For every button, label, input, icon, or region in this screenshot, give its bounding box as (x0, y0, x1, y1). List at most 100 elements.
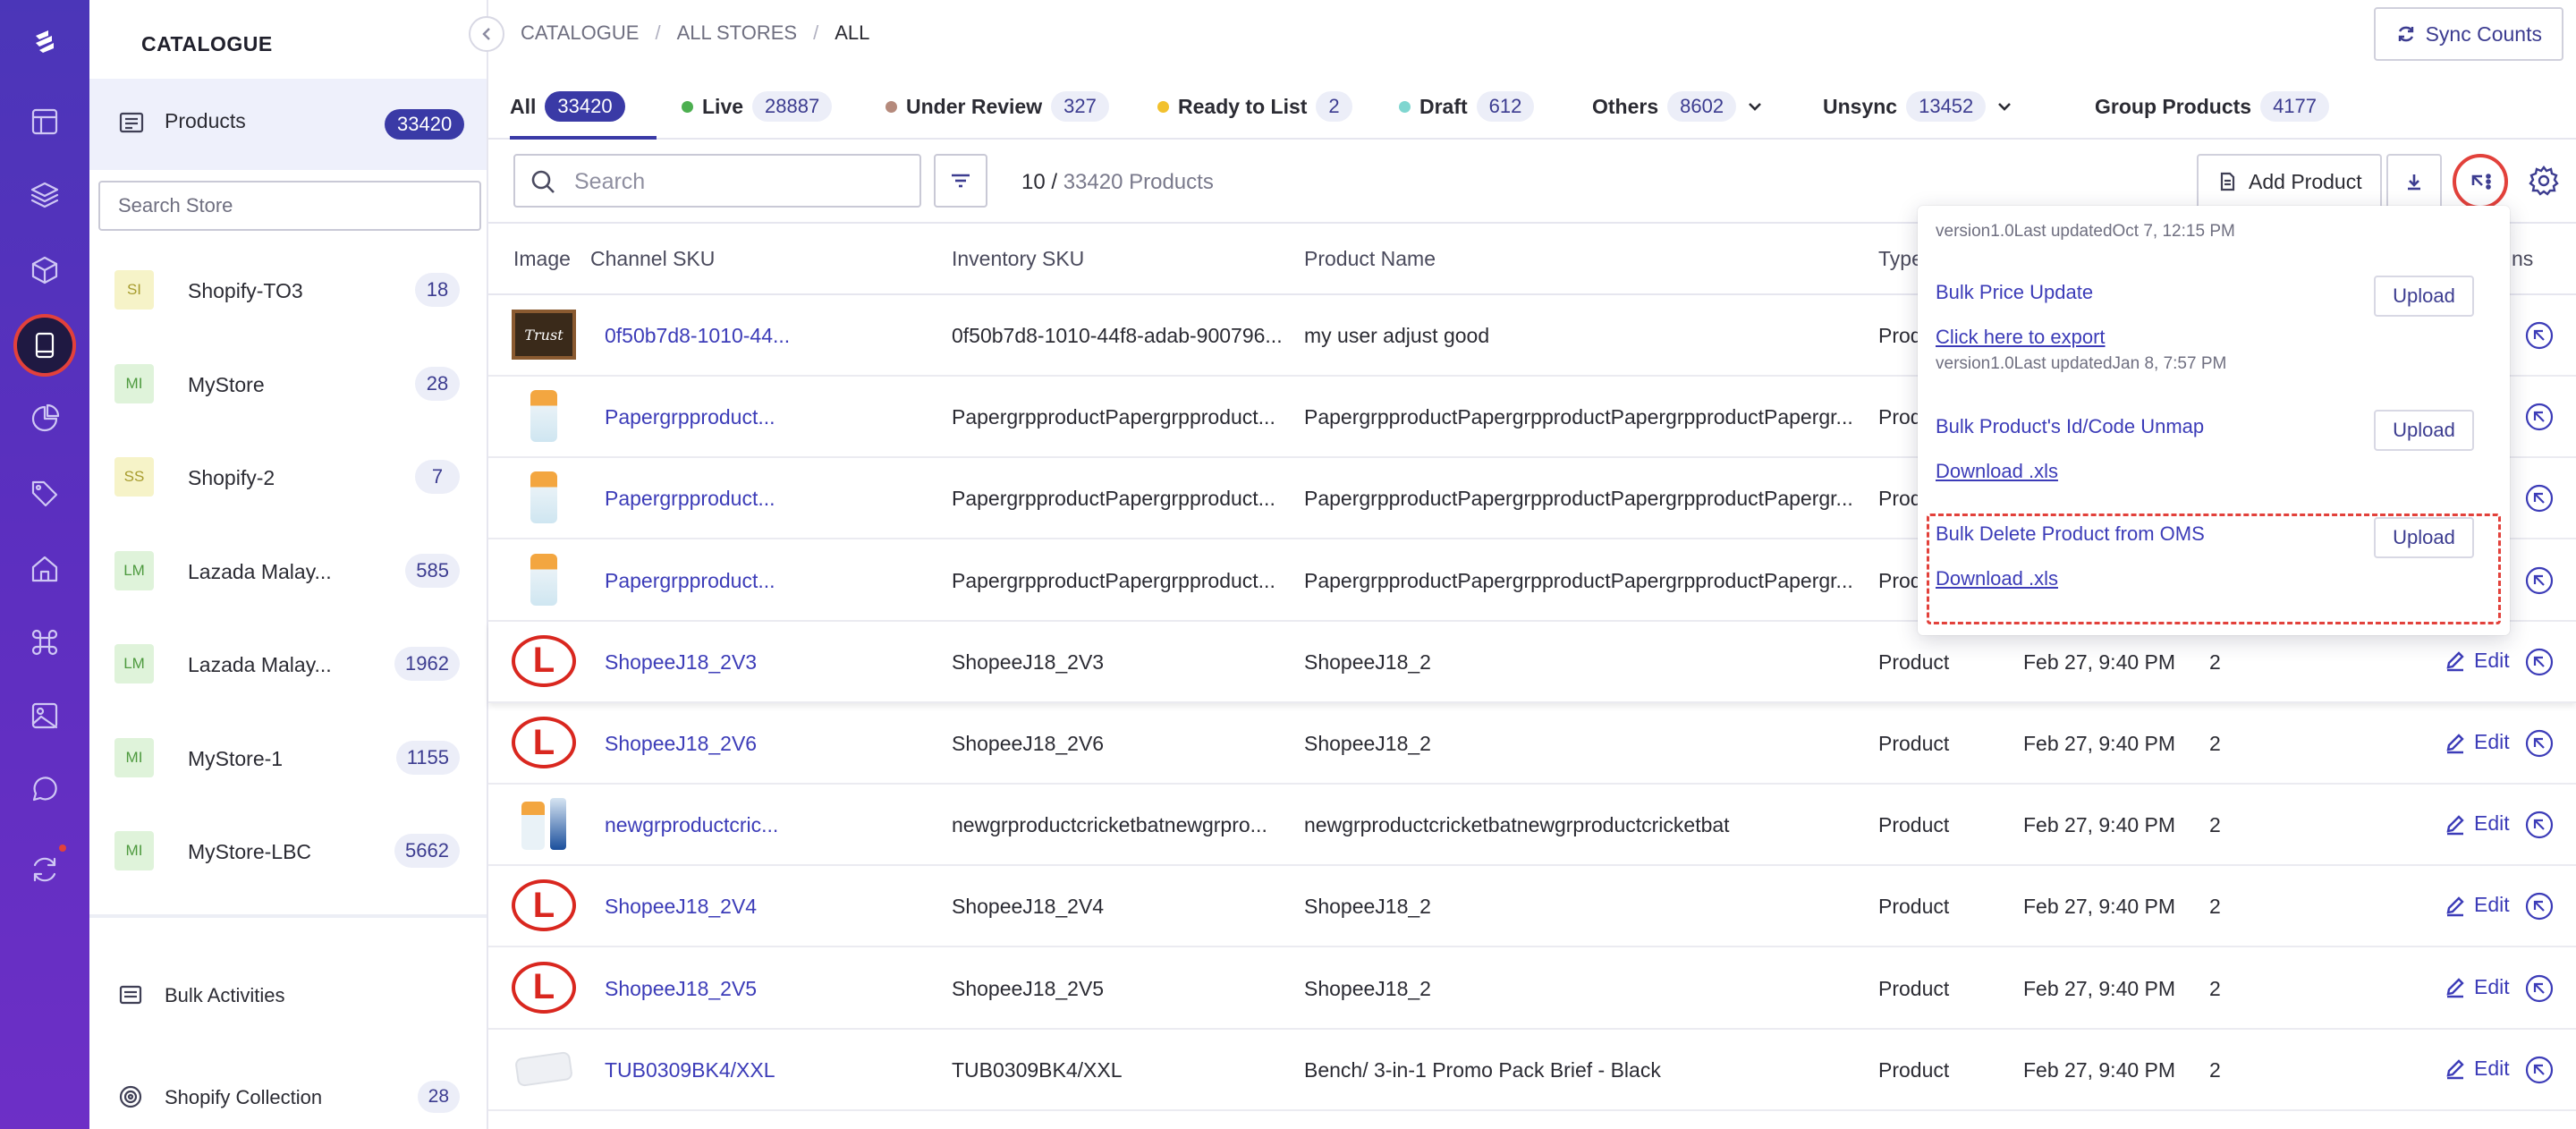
bulk-actions-button[interactable] (2453, 154, 2508, 209)
store-sidebar: CATALOGUE Products 33420 SI Shopify-TO3 18… (89, 0, 504, 1129)
column-header-product-name[interactable]: Product Name (1304, 247, 1436, 271)
sync-counts-button[interactable]: Sync Counts (2373, 7, 2563, 61)
inventory-sku-cell: newgrproductcricketbatnewgrpro... (952, 813, 1267, 837)
channel-sku-link[interactable]: ShopeeJ18_2V4 (605, 895, 757, 919)
add-product-button[interactable]: Add Product (2197, 154, 2382, 209)
type-cell: Product (1878, 1057, 1950, 1082)
tag-icon[interactable] (23, 472, 66, 515)
table-row[interactable]: TUB0309BK4/XXL TUB0309BK4/XXL Bench/ 3-in-… (488, 1030, 2576, 1111)
inventory-sku-cell: 0f50b7d8-1010-44f8-adab-900796... (952, 324, 1283, 347)
chat-icon[interactable] (23, 768, 66, 811)
tab-group-products[interactable]: Group Products 4177 (2095, 86, 2330, 127)
store-item[interactable]: LM Lazada Malay... 1962 (89, 617, 487, 707)
store-item[interactable]: MI MyStore-1 1155 (89, 711, 487, 801)
table-row[interactable]: L ShopeeJ18_2V4 ShopeeJ18_2V4 ShopeeJ18_2 Pr… (488, 866, 2576, 948)
tablet-icon[interactable] (13, 314, 76, 377)
upload-button[interactable]: Upload (2374, 517, 2474, 558)
edit-button[interactable]: Edit (2444, 1057, 2510, 1081)
sync-icon[interactable] (23, 848, 66, 891)
channel-sku-link[interactable]: TUB0309BK4/XXL (605, 1058, 775, 1082)
tab-under-review[interactable]: Under Review 327 (886, 86, 1109, 127)
filter-button[interactable] (934, 154, 987, 208)
channel-sku-link[interactable]: 0f50b7d8-1010-44... (605, 324, 790, 348)
row-action-icon[interactable] (2524, 728, 2555, 759)
channel-sku-link[interactable]: Papergrpproduct... (605, 487, 775, 511)
breadcrumb-item[interactable]: CATALOGUE (521, 21, 639, 45)
product-name-cell: Bench/ 3-in-1 Promo Pack Brief - Black (1304, 1057, 1661, 1082)
row-action-icon[interactable] (2524, 891, 2555, 921)
column-header-type[interactable]: Type (1878, 247, 1923, 271)
pencil-icon (2446, 896, 2464, 917)
store-item[interactable]: MI MyStore 28 (89, 337, 487, 427)
image-icon[interactable] (23, 694, 66, 737)
chart-pie-icon[interactable] (23, 397, 66, 440)
tab-live[interactable]: Live 28887 (682, 86, 833, 127)
edit-button[interactable]: Edit (2444, 730, 2510, 754)
layout-icon[interactable] (23, 100, 66, 143)
product-name-cell: PapergrpproductPapergrpproductPapergrppr… (1304, 405, 1853, 429)
breadcrumb-item[interactable]: ALL STORES (677, 21, 798, 45)
tab-unsync[interactable]: Unsync 13452 (1823, 86, 2014, 127)
channel-sku-link[interactable]: ShopeeJ18_2V5 (605, 977, 757, 1001)
channel-sku-link[interactable]: Papergrpproduct... (605, 405, 775, 429)
search-input[interactable] (574, 165, 905, 199)
table-row[interactable]: L ShopeeJ18_2V5 ShopeeJ18_2V5 ShopeeJ18_2 Pr… (488, 948, 2576, 1030)
row-action-icon[interactable] (2524, 647, 2555, 677)
store-count-badge: 7 (415, 460, 460, 494)
edit-button[interactable]: Edit (2444, 649, 2510, 673)
row-action-icon[interactable] (2524, 973, 2555, 1004)
edit-button[interactable]: Edit (2444, 893, 2510, 917)
cube-icon[interactable] (23, 249, 66, 292)
column-header-channel-sku[interactable]: Channel SKU (590, 247, 715, 271)
sidebar-item-products[interactable]: Products 33420 (89, 79, 487, 170)
store-item[interactable]: LM Lazada Malay... 585 (89, 524, 487, 614)
tab-others[interactable]: Others 8602 (1592, 86, 1765, 127)
active-tab-indicator (510, 136, 657, 140)
channel-sku-link[interactable]: ShopeeJ18_2V6 (605, 732, 757, 756)
store-item[interactable]: SI Shopify-TO3 18 (89, 243, 487, 333)
pencil-icon (2446, 733, 2464, 753)
logo-icon[interactable] (23, 20, 66, 63)
image-cell: L (512, 879, 576, 932)
sidebar-item-bulk-activities[interactable]: Bulk Activities (89, 968, 487, 1022)
export-link[interactable]: Click here to export (1936, 326, 2106, 349)
type-cell: Product (1878, 732, 1950, 755)
search-store-input[interactable] (98, 181, 481, 231)
store-item[interactable]: SS Shopify-2 7 (89, 430, 487, 520)
download-xls-link[interactable]: Download .xls (1936, 460, 2058, 483)
upload-button[interactable]: Upload (2374, 410, 2474, 451)
column-header-inventory-sku[interactable]: Inventory SKU (952, 247, 1084, 271)
tab-all[interactable]: All 33420 (510, 86, 625, 127)
row-action-icon[interactable] (2524, 483, 2555, 514)
gear-icon[interactable] (2528, 165, 2560, 197)
store-count-badge: 5662 (394, 834, 460, 868)
table-row[interactable]: newgrproductcric... newgrproductcricketba… (488, 785, 2576, 867)
channel-sku-link[interactable]: ShopeeJ18_2V3 (605, 650, 757, 675)
channel-sku-link[interactable]: newgrproductcric... (605, 813, 778, 837)
sidebar-item-shopify-collection[interactable]: Shopify Collection 28 (89, 1070, 487, 1124)
products-count-badge: 33420 (385, 109, 465, 140)
row-action-icon[interactable] (2524, 1055, 2555, 1085)
sync-counts-label: Sync Counts (2425, 21, 2542, 46)
edit-button[interactable]: Edit (2444, 975, 2510, 999)
command-icon[interactable] (23, 621, 66, 664)
row-action-icon[interactable] (2524, 402, 2555, 432)
tab-draft[interactable]: Draft 612 (1399, 86, 1535, 127)
home-icon[interactable] (23, 548, 66, 590)
edit-button[interactable]: Edit (2444, 811, 2510, 836)
row-action-icon[interactable] (2524, 320, 2555, 351)
row-action-icon[interactable] (2524, 810, 2555, 840)
channel-sku-link[interactable]: Papergrpproduct... (605, 569, 775, 593)
store-item[interactable]: MI MyStore-LBC 5662 (89, 804, 487, 894)
document-icon (2220, 172, 2235, 191)
download-button[interactable] (2386, 154, 2442, 209)
table-row[interactable]: L ShopeeJ18_2V6 ShopeeJ18_2V6 ShopeeJ18_2 Pr… (488, 703, 2576, 785)
status-dot (886, 100, 897, 113)
store-count-badge: 1962 (394, 647, 460, 681)
row-action-icon[interactable] (2524, 565, 2555, 596)
download-xls-link[interactable]: Download .xls (1936, 567, 2058, 590)
layers-icon[interactable] (23, 174, 66, 216)
upload-button[interactable]: Upload (2374, 276, 2474, 317)
download-icon (2408, 174, 2420, 191)
tab-ready-to-list[interactable]: Ready to List 2 (1157, 86, 1352, 127)
